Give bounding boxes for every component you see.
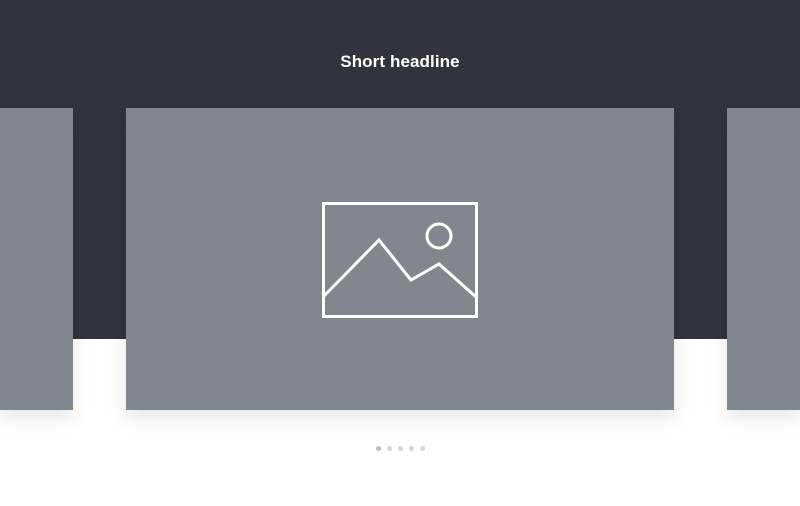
pagination-dot-4[interactable]: [408, 446, 414, 451]
carousel-pagination: [0, 446, 800, 451]
carousel-slide-previous[interactable]: [0, 108, 73, 410]
pagination-dot-2[interactable]: [386, 446, 392, 451]
page-title: Short headline: [340, 52, 460, 71]
carousel-slide-next[interactable]: [727, 108, 800, 410]
pagination-dot-3[interactable]: [397, 446, 403, 451]
page: Short headline: [0, 0, 800, 506]
carousel-slide-current[interactable]: [126, 108, 674, 410]
pagination-dot-1[interactable]: [375, 446, 381, 451]
pagination-dot-5[interactable]: [419, 446, 425, 451]
image-placeholder-icon: [322, 202, 478, 318]
